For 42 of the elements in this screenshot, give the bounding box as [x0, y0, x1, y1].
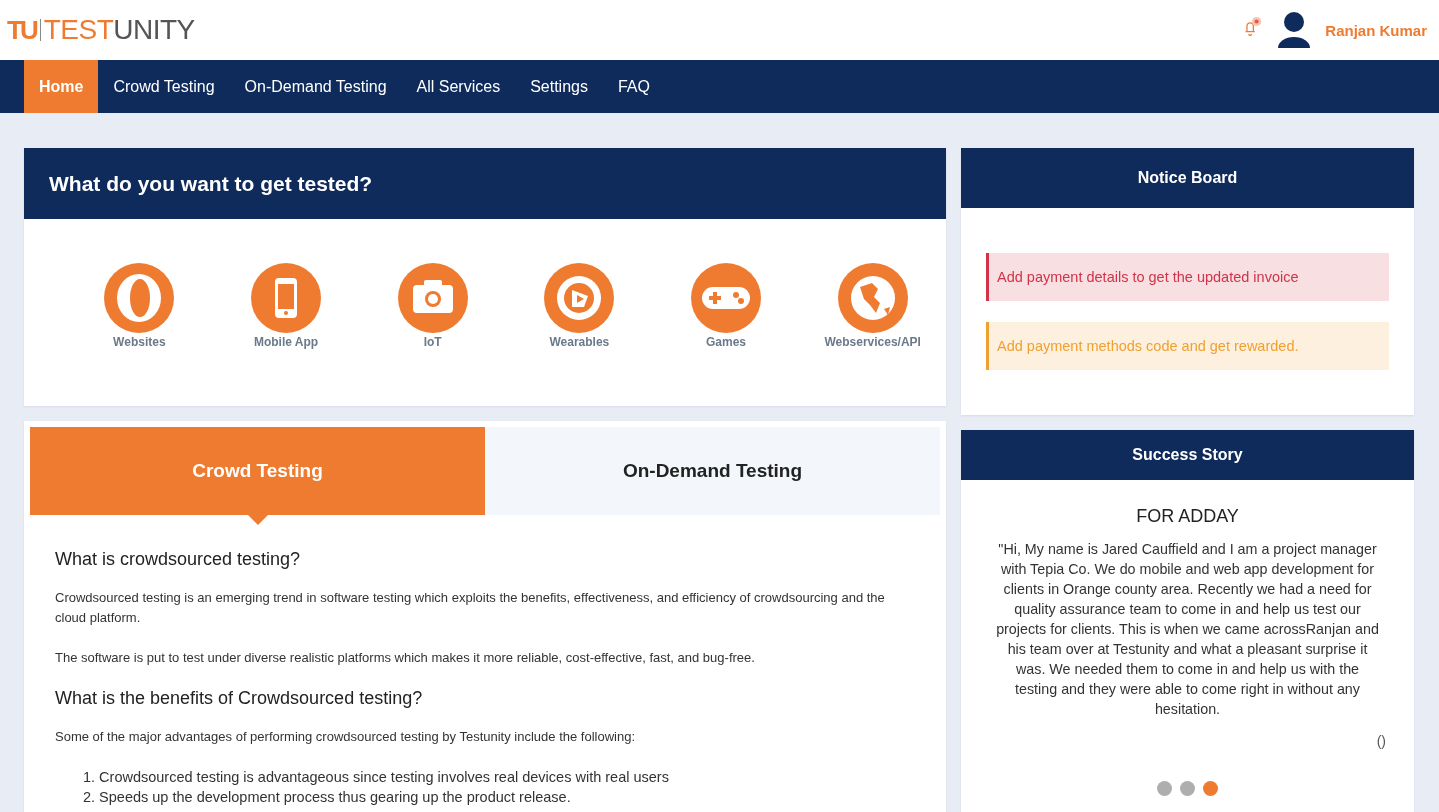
user-avatar-icon[interactable]: [1277, 11, 1312, 49]
logo-mark: TU: [7, 14, 36, 46]
service-label: Games: [706, 335, 747, 349]
service-label: Wearables: [549, 335, 610, 349]
play-badge-icon[interactable]: [544, 263, 615, 333]
tab-pointer-icon: [247, 515, 268, 525]
section-heading: What is crowdsourced testing?: [55, 549, 302, 570]
camera-icon[interactable]: [397, 263, 468, 333]
story-company: FOR ADDAY: [1135, 506, 1240, 527]
nav-item[interactable]: All Services: [401, 60, 516, 113]
service-label: Webservices/API: [824, 335, 921, 349]
globe-icon[interactable]: [837, 263, 908, 333]
nav-item[interactable]: FAQ: [602, 60, 665, 113]
testimonial-quote: "Hi, My name is Jared Cauffield and I am a project manager with Tepia Co. We do mobile and web app development for clients in Orange county area. Recently we had a need for quality assurance team to come in and help us test our projects for clients. This is when we came acrossRanjan and his team over at Testunity and what a pleasant surprise it was. We needed them to come in and help us with the testing and they were able to come right in without any hesitation.: [995, 540, 1380, 719]
tab[interactable]: On-Demand Testing: [485, 427, 940, 515]
service-label: IoT: [423, 335, 442, 349]
panel-title: Notice Board: [1137, 169, 1238, 187]
panel-title: What do you want to get tested?: [49, 171, 373, 196]
nav-item[interactable]: On-Demand Testing: [229, 60, 402, 113]
testimonial-author: (): [1376, 733, 1386, 749]
logo-text: TEST: [43, 14, 114, 46]
paragraph: Some of the major advantages of performing crowdsourced testing by Testunity include the following:: [55, 728, 637, 746]
paragraph: Crowdsourced testing is an emerging trend in software testing which exploits the benefits, effectiveness, and efficiency of crowdsourcing and the cloud platform.: [55, 589, 886, 627]
nav-item[interactable]: Crowd Testing: [98, 60, 230, 113]
logo-text: UNITY: [113, 14, 195, 46]
carousel-dot[interactable]: [1203, 781, 1218, 796]
list-item: Speeds up the development process thus gearing up the product release.: [99, 788, 571, 807]
notice-alert: Add payment methods code and get rewarded.: [986, 322, 1389, 370]
gamepad-icon[interactable]: [691, 263, 761, 333]
smartphone-icon[interactable]: [251, 263, 321, 333]
carousel-dot[interactable]: [1157, 781, 1172, 796]
notice-alert: Add payment details to get the updated invoice: [986, 253, 1389, 301]
service-label: Websites: [113, 335, 166, 349]
list-number: 2.: [83, 788, 96, 807]
paragraph: The software is put to test under diverse realistic platforms which makes it more reliable, cost-effective, fast, and bug-free.: [55, 649, 756, 667]
service-label: Mobile App: [253, 335, 319, 349]
section-heading: What is the benefits of Crowdsourced testing?: [55, 688, 424, 709]
list-number: 1.: [83, 768, 96, 787]
panel-title: Success Story: [1132, 446, 1243, 464]
nav-item[interactable]: Settings: [515, 60, 603, 113]
carousel-dot[interactable]: [1180, 781, 1195, 796]
list-item: Crowdsourced testing is advantageous since testing involves real devices with real users: [99, 768, 669, 787]
